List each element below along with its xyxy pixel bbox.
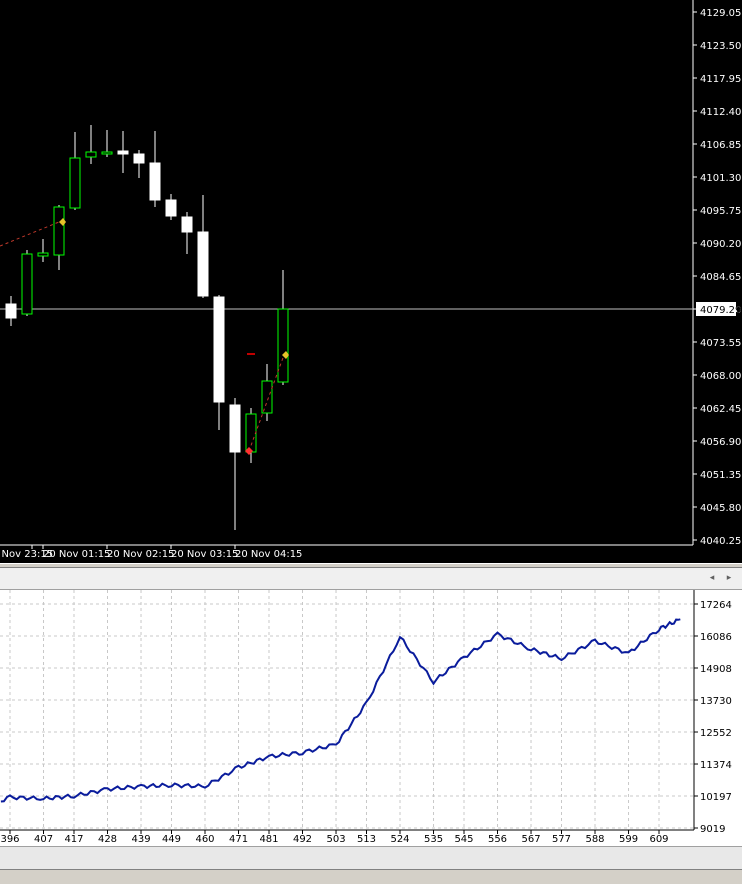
balance-x-tick-label: 396 bbox=[0, 834, 19, 845]
time-tick-label: 20 Nov 04:15 bbox=[235, 549, 302, 560]
current-price-label: 4079.29 bbox=[700, 305, 741, 316]
balance-chart: 172641608614908137301255211374101979019 … bbox=[0, 590, 732, 845]
balance-x-tick-label: 556 bbox=[488, 834, 507, 845]
balance-x-tick-label: 439 bbox=[131, 834, 150, 845]
price-tick-label: 4068.00 bbox=[700, 371, 741, 382]
bear-candle-body bbox=[117, 150, 129, 155]
balance-y-tick-label: 10197 bbox=[700, 792, 732, 803]
price-tick-label: 4045.80 bbox=[700, 503, 741, 514]
price-tick-label: 4084.65 bbox=[700, 272, 741, 283]
price-tick-label: 4040.25 bbox=[700, 536, 741, 547]
price-tick-label: 4129.05 bbox=[700, 8, 741, 19]
time-tick-label: 20 Nov 03:15 bbox=[171, 549, 238, 560]
balance-x-tick-label: 492 bbox=[293, 834, 312, 845]
balance-x-tick-label: 535 bbox=[424, 834, 443, 845]
bear-candle-body bbox=[133, 153, 145, 164]
bear-candle-body bbox=[197, 231, 209, 297]
bull-candle-body bbox=[21, 253, 33, 315]
balance-y-tick-label: 16086 bbox=[700, 632, 732, 643]
balance-x-tick-label: 588 bbox=[585, 834, 604, 845]
tester-footer-bar bbox=[0, 846, 742, 869]
balance-x-tick-label: 545 bbox=[454, 834, 473, 845]
time-tick-label: 20 Nov 02:15 bbox=[107, 549, 174, 560]
balance-x-tick-label: 609 bbox=[649, 834, 668, 845]
balance-y-tick-label: 14908 bbox=[700, 664, 732, 675]
balance-x-tick-label: 524 bbox=[390, 834, 409, 845]
bear-candle-body bbox=[213, 296, 225, 403]
trade-line-1 bbox=[0, 221, 60, 247]
bull-candle-body bbox=[261, 380, 273, 414]
price-tick-label: 4056.90 bbox=[700, 437, 741, 448]
bull-candle-body bbox=[101, 151, 113, 155]
bear-candle-body bbox=[229, 404, 241, 453]
balance-x-tick-label: 407 bbox=[34, 834, 53, 845]
balance-y-tick-label: 9019 bbox=[700, 824, 725, 835]
balance-x-tick-label: 503 bbox=[326, 834, 345, 845]
bear-candle-body bbox=[165, 199, 177, 217]
balance-x-tick-label: 599 bbox=[619, 834, 638, 845]
balance-y-tick-label: 17264 bbox=[700, 600, 732, 611]
bull-candle-body bbox=[69, 157, 81, 209]
bear-candle-body bbox=[149, 162, 161, 201]
price-tick-label: 4123.50 bbox=[700, 41, 741, 52]
balance-y-tick-label: 13730 bbox=[700, 696, 732, 707]
price-chart[interactable]: 4129.05 4123.50 4117.95 4112.40 4106.85 4101.… bbox=[0, 0, 742, 563]
balance-x-tick-label: 449 bbox=[162, 834, 181, 845]
balance-x-tick-label: 428 bbox=[98, 834, 117, 845]
balance-x-tick-label: 471 bbox=[229, 834, 248, 845]
balance-graph-panel: 17264 16086 14908 13730 12552 11374 10197 9019 … bbox=[0, 590, 742, 846]
tester-graph-header: ◂ ▸ bbox=[0, 568, 742, 590]
bull-candle-body bbox=[85, 151, 97, 158]
price-tick-label: 4101.30 bbox=[700, 173, 741, 184]
bear-candle-body bbox=[5, 303, 17, 319]
bear-candle-body bbox=[181, 216, 193, 233]
balance-x-tick-label: 481 bbox=[259, 834, 278, 845]
bull-candle-body bbox=[245, 413, 257, 453]
balance-x-tick-label: 417 bbox=[64, 834, 83, 845]
balance-x-tick-label: 567 bbox=[521, 834, 540, 845]
price-tick-label: 4073.55 bbox=[700, 338, 741, 349]
balance-x-tick-label: 513 bbox=[357, 834, 376, 845]
price-tick-label: 4117.95 bbox=[700, 74, 741, 85]
balance-x-tick-label: 460 bbox=[195, 834, 214, 845]
bull-candle-body bbox=[37, 252, 49, 257]
balance-series-line bbox=[0, 618, 681, 803]
balance-y-tick-label: 11374 bbox=[700, 760, 732, 771]
scroll-right-icon[interactable]: ▸ bbox=[722, 571, 736, 585]
status-strip bbox=[0, 869, 742, 884]
price-tick-label: 4090.20 bbox=[700, 239, 741, 250]
balance-x-tick-label: 577 bbox=[552, 834, 571, 845]
price-tick-label: 4112.40 bbox=[700, 107, 741, 118]
balance-y-tick-label: 12552 bbox=[700, 728, 732, 739]
price-tick-label: 4051.35 bbox=[700, 470, 741, 481]
bull-candle-body bbox=[53, 206, 65, 256]
price-tick-label: 4106.85 bbox=[700, 140, 741, 151]
scroll-left-icon[interactable]: ◂ bbox=[705, 571, 719, 585]
price-chart-window[interactable]: 4129.05 4123.50 4117.95 4112.40 4106.85 4101.… bbox=[0, 0, 742, 563]
price-tick-label: 4062.45 bbox=[700, 404, 741, 415]
time-tick-label: 20 Nov 01:15 bbox=[43, 549, 110, 560]
bull-candle-body bbox=[277, 308, 289, 383]
price-tick-label: 4095.75 bbox=[700, 206, 741, 217]
